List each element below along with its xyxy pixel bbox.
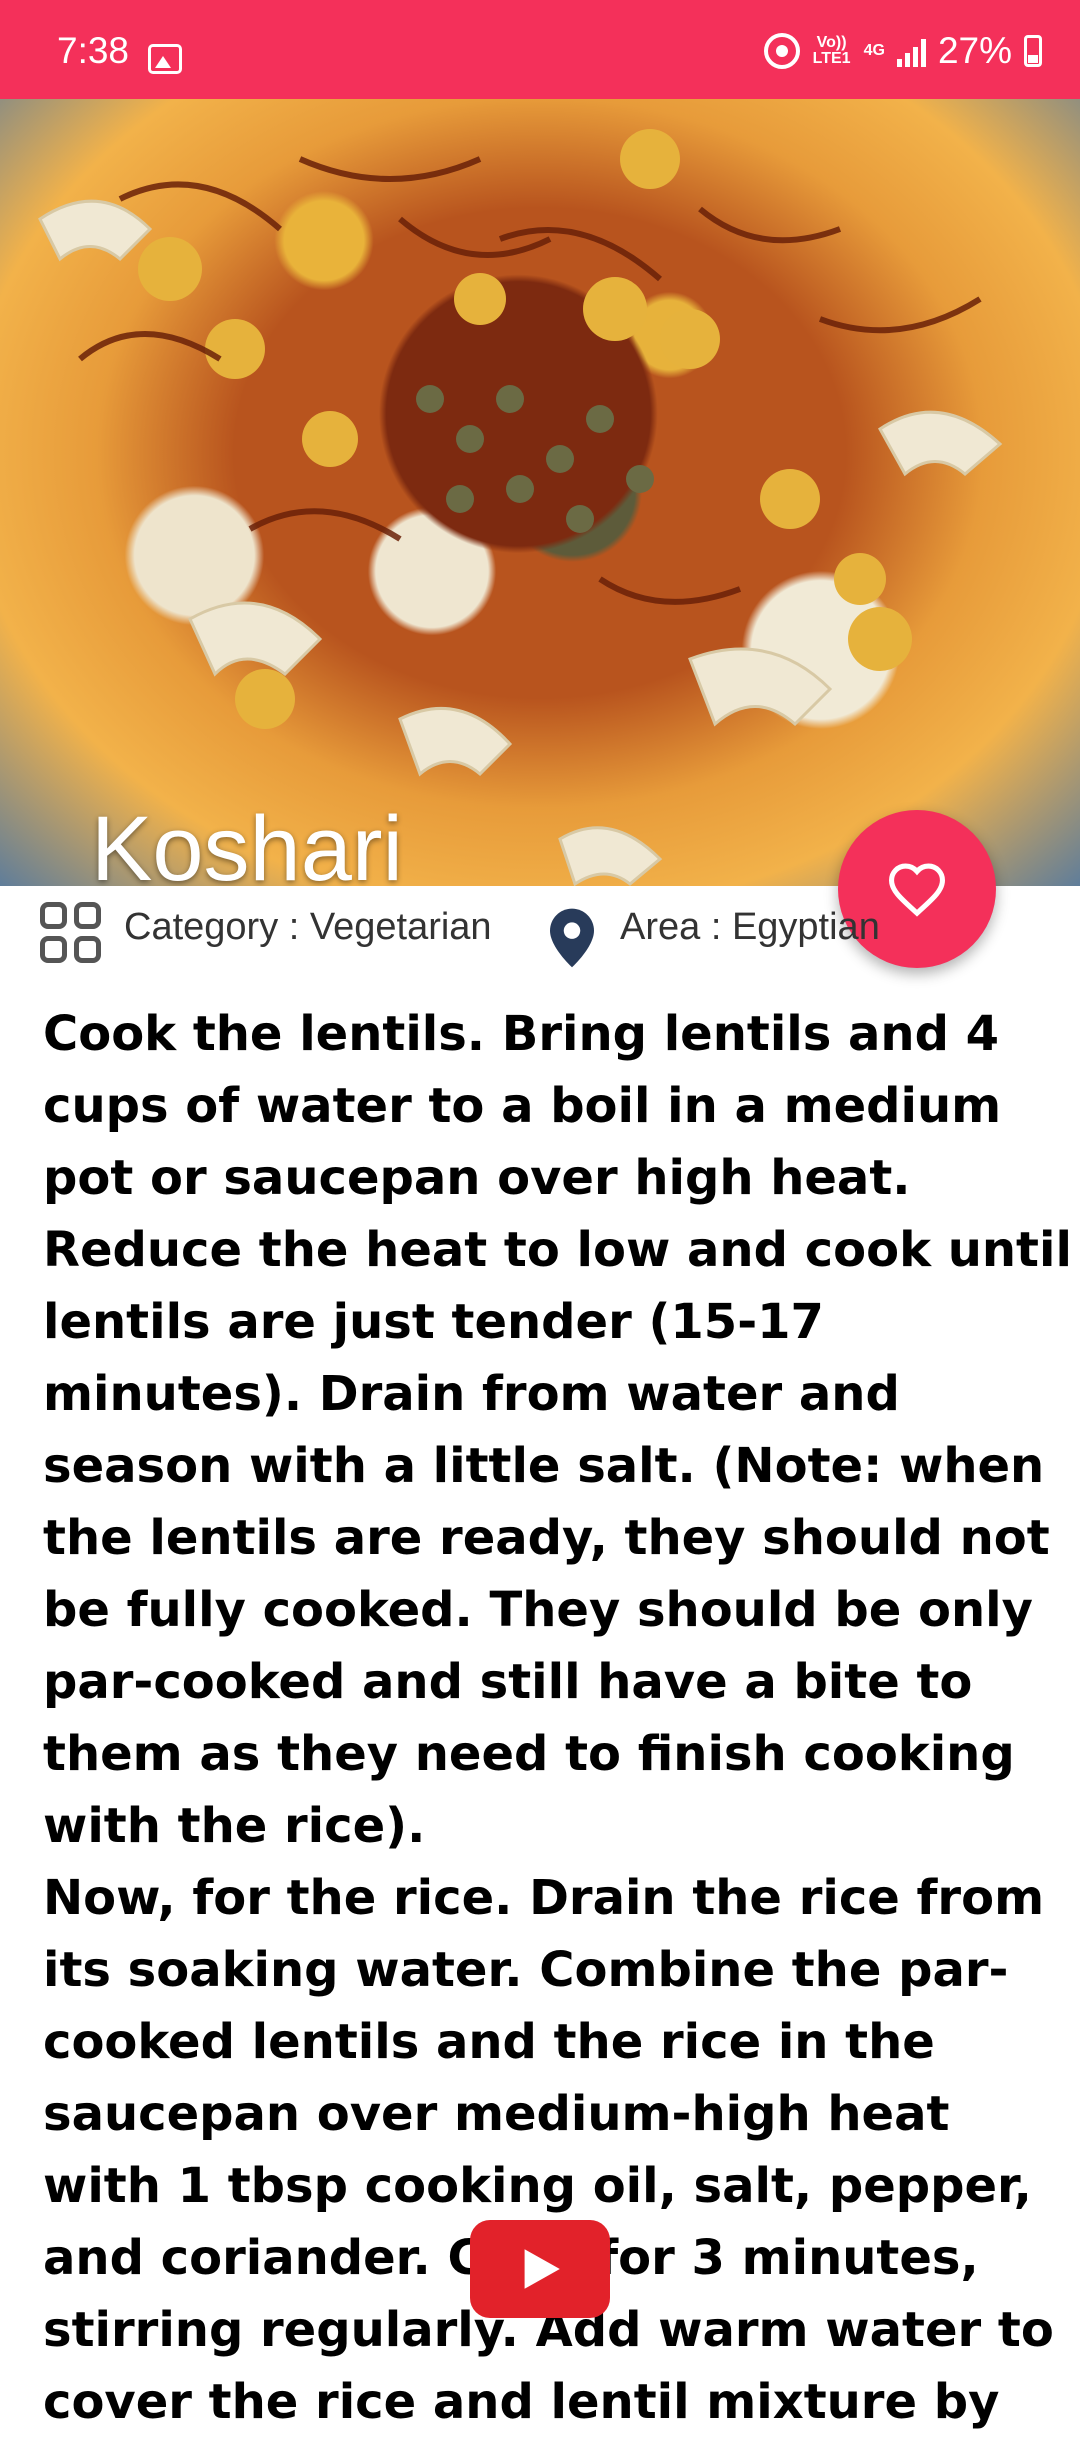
category-label: Category : Vegetarian (124, 906, 492, 948)
youtube-play-icon (524, 2249, 560, 2289)
status-bar: 7:38 Vo)) LTE1 4G 27% (0, 0, 1080, 99)
grid-icon (40, 902, 108, 970)
signal-icon (896, 35, 926, 67)
location-pin-icon (550, 908, 594, 968)
status-time: 7:38 (57, 30, 130, 71)
youtube-button[interactable] (470, 2220, 610, 2318)
hotspot-icon (763, 33, 800, 69)
meal-image-texture (38, 129, 1003, 886)
gallery-notification-icon (148, 44, 182, 74)
volte-indicator: Vo)) LTE1 (812, 34, 851, 67)
meal-image: Koshari (0, 99, 1080, 886)
meal-meta-row: Category : Vegetarian Area : Egyptian (0, 890, 1080, 970)
status-indicators: Vo)) LTE1 4G 27% (763, 30, 1042, 72)
battery-percent: 27% (937, 30, 1012, 71)
battery-icon (1024, 35, 1042, 67)
area-label: Area : Egyptian (620, 906, 880, 948)
network-type: 4G (863, 42, 885, 59)
meal-title: Koshari (91, 798, 403, 886)
